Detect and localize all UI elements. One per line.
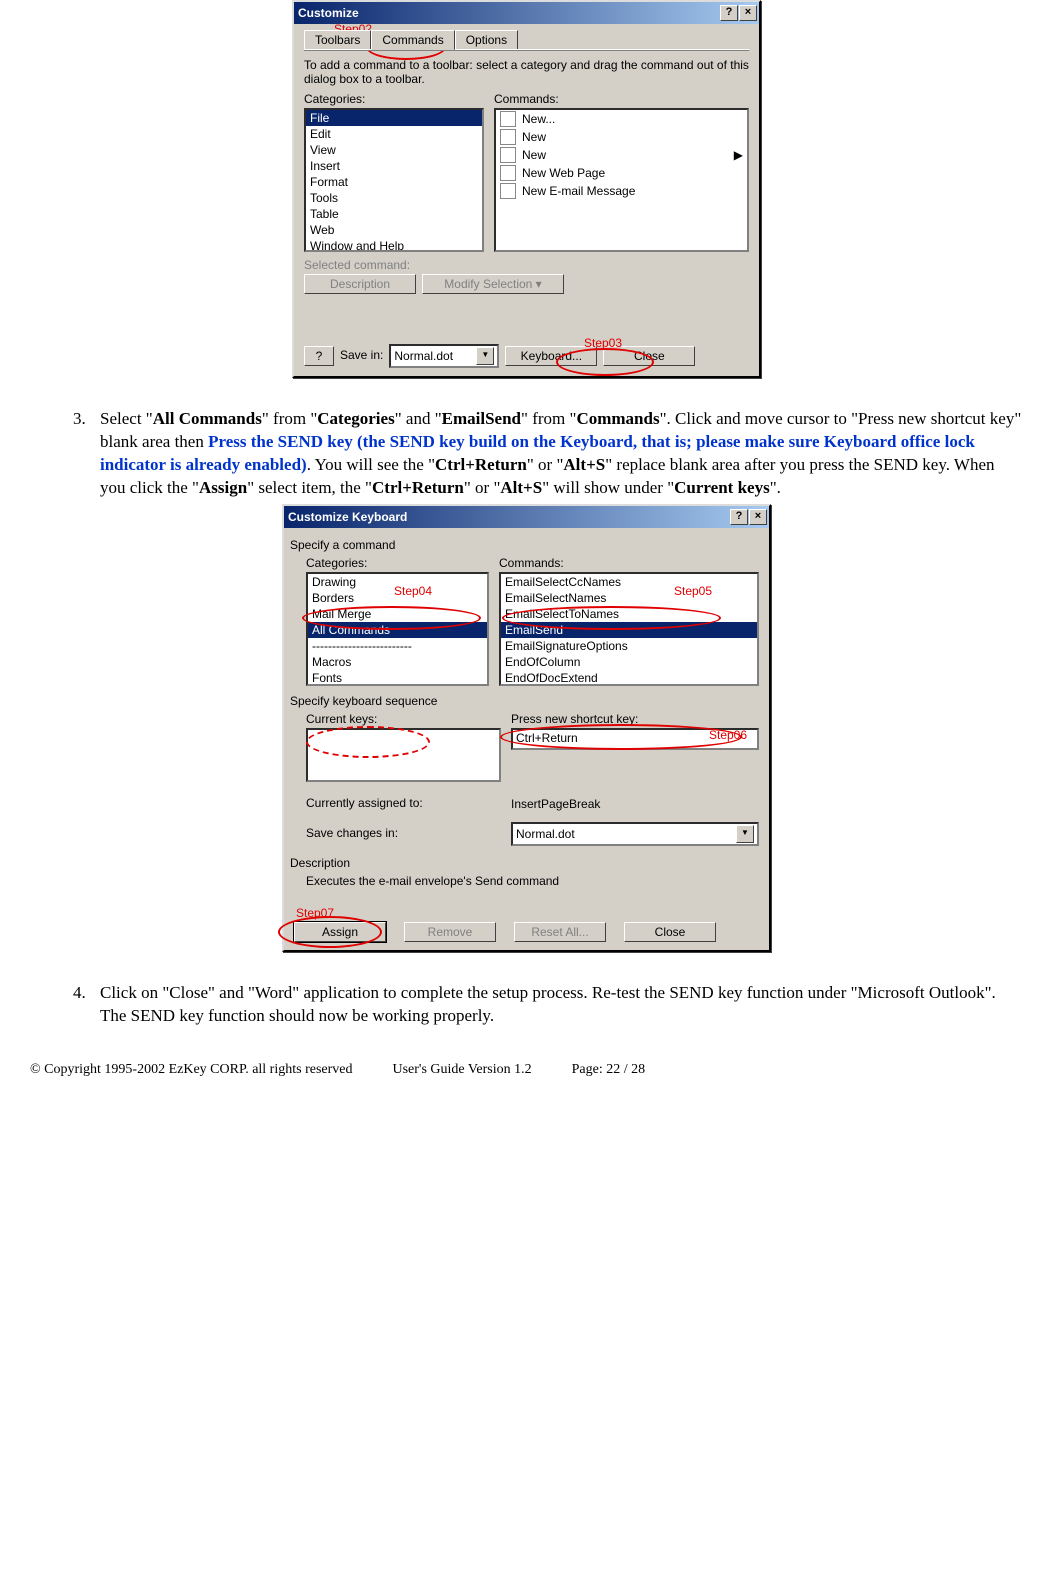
step04-label: Step04 — [394, 584, 432, 598]
chevron-down-icon: ▼ — [736, 825, 754, 843]
help-button[interactable]: ? — [730, 509, 748, 525]
customize-dialog: Customize ? × Step02 Toolbars Commands O… — [292, 0, 761, 378]
title-bar: Customize ? × — [294, 2, 759, 24]
instruction-step-3: Select "All Commands" from "Categories" … — [90, 408, 1023, 500]
list-item[interactable]: Insert — [306, 158, 482, 174]
mail-icon — [500, 183, 516, 199]
page-footer: © Copyright 1995-2002 EzKey CORP. all ri… — [30, 1032, 1023, 1088]
step03-label: Step03 — [584, 336, 622, 350]
description-value: Executes the e-mail envelope's Send comm… — [306, 874, 759, 888]
savein-label: Save in: — [340, 348, 383, 362]
save-changes-label: Save changes in: — [306, 826, 501, 840]
tab-toolbars[interactable]: Toolbars — [304, 30, 371, 49]
file-icon — [500, 147, 516, 163]
dialog-title: Customize — [298, 6, 359, 20]
footer-guide: User's Guide Version 1.2 — [393, 1062, 532, 1078]
commands-listbox[interactable]: New... New New▶ New Web Page New E-mail … — [494, 108, 749, 252]
chevron-down-icon: ▼ — [476, 347, 494, 365]
help-button[interactable]: ? — [720, 5, 738, 21]
instruction-step-4: Click on "Close" and "Word" application … — [90, 982, 1023, 1028]
assigned-to-value: InsertPageBreak — [511, 797, 600, 811]
list-item[interactable]: Table — [306, 206, 482, 222]
list-item[interactable]: New E-mail Message — [496, 182, 747, 200]
categories-label: Categories: — [304, 92, 484, 106]
list-item[interactable]: Mail Merge — [308, 606, 487, 622]
list-item[interactable]: EmailSend — [501, 622, 757, 638]
list-item[interactable]: Tools — [306, 190, 482, 206]
help-icon[interactable]: ? — [304, 346, 334, 366]
description-button: Description — [304, 274, 416, 294]
list-item[interactable]: View — [306, 142, 482, 158]
step06-label: Step06 — [709, 728, 747, 742]
list-item[interactable]: Edit — [306, 126, 482, 142]
remove-button: Remove — [404, 922, 496, 942]
savein-dropdown[interactable]: Normal.dot ▼ — [389, 344, 499, 368]
tab-options[interactable]: Options — [455, 30, 518, 49]
categories-listbox[interactable]: File Edit View Insert Format Tools Table… — [304, 108, 484, 252]
list-item[interactable]: Web — [306, 222, 482, 238]
reset-all-button: Reset All... — [514, 922, 606, 942]
footer-copyright: © Copyright 1995-2002 EzKey CORP. all ri… — [30, 1062, 353, 1078]
specify-command-label: Specify a command — [290, 538, 759, 552]
close-icon[interactable]: × — [739, 5, 757, 21]
assigned-to-label: Currently assigned to: — [306, 796, 501, 810]
categories-label: Categories: — [306, 556, 489, 570]
assign-button[interactable]: Assign — [294, 922, 386, 942]
instruction-list: Click on "Close" and "Word" application … — [30, 982, 1023, 1028]
selected-command-label: Selected command: — [304, 258, 749, 272]
customize-keyboard-dialog: Customize Keyboard ? × Specify a command… — [282, 504, 771, 952]
press-new-key-label: Press new shortcut key: — [511, 712, 759, 726]
list-item[interactable]: File — [306, 110, 482, 126]
footer-page: Page: 22 / 28 — [572, 1062, 646, 1078]
list-item[interactable]: New▶ — [496, 146, 747, 164]
modify-selection-button: Modify Selection ▾ — [422, 274, 564, 294]
list-item[interactable]: EmailSelectCcNames — [501, 574, 757, 590]
list-item[interactable]: EmailSignatureOptions — [501, 638, 757, 654]
hint-text: To add a command to a toolbar: select a … — [304, 58, 749, 86]
file-icon — [500, 111, 516, 127]
current-keys-label: Current keys: — [306, 712, 501, 726]
list-item[interactable]: EndOfColumn — [501, 654, 757, 670]
commands-label: Commands: — [494, 92, 749, 106]
list-item[interactable]: EmailSelectToNames — [501, 606, 757, 622]
list-item[interactable]: New — [496, 128, 747, 146]
list-item[interactable]: EndOfDocExtend — [501, 670, 757, 686]
commands-listbox[interactable]: EmailSelectCcNames EmailSelectNames Emai… — [499, 572, 759, 686]
step07-label: Step07 — [296, 906, 334, 920]
tabs: Toolbars Commands Options — [304, 30, 749, 50]
commands-label: Commands: — [499, 556, 759, 570]
list-item[interactable]: Fonts — [308, 670, 487, 686]
list-item[interactable]: Window and Help — [306, 238, 482, 252]
list-item[interactable]: Format — [306, 174, 482, 190]
title-bar: Customize Keyboard ? × — [284, 506, 769, 528]
description-label: Description — [290, 856, 759, 870]
list-item[interactable]: All Commands — [308, 622, 487, 638]
list-item[interactable]: EmailSelectNames — [501, 590, 757, 606]
specify-keyboard-label: Specify keyboard sequence — [290, 694, 759, 708]
list-item[interactable]: New... — [496, 110, 747, 128]
web-icon — [500, 165, 516, 181]
list-item[interactable]: Macros — [308, 654, 487, 670]
current-keys-listbox[interactable] — [306, 728, 501, 782]
list-item[interactable]: New Web Page — [496, 164, 747, 182]
tab-commands[interactable]: Commands — [371, 30, 454, 50]
step05-label: Step05 — [674, 584, 712, 598]
file-icon — [500, 129, 516, 145]
instruction-list: Select "All Commands" from "Categories" … — [30, 408, 1023, 500]
save-changes-dropdown[interactable]: Normal.dot ▼ — [511, 822, 759, 846]
list-item[interactable]: ------------------------- — [308, 638, 487, 654]
close-icon[interactable]: × — [749, 509, 767, 525]
close-button[interactable]: Close — [624, 922, 716, 942]
submenu-arrow-icon: ▶ — [734, 148, 743, 162]
dialog-title: Customize Keyboard — [288, 510, 407, 524]
